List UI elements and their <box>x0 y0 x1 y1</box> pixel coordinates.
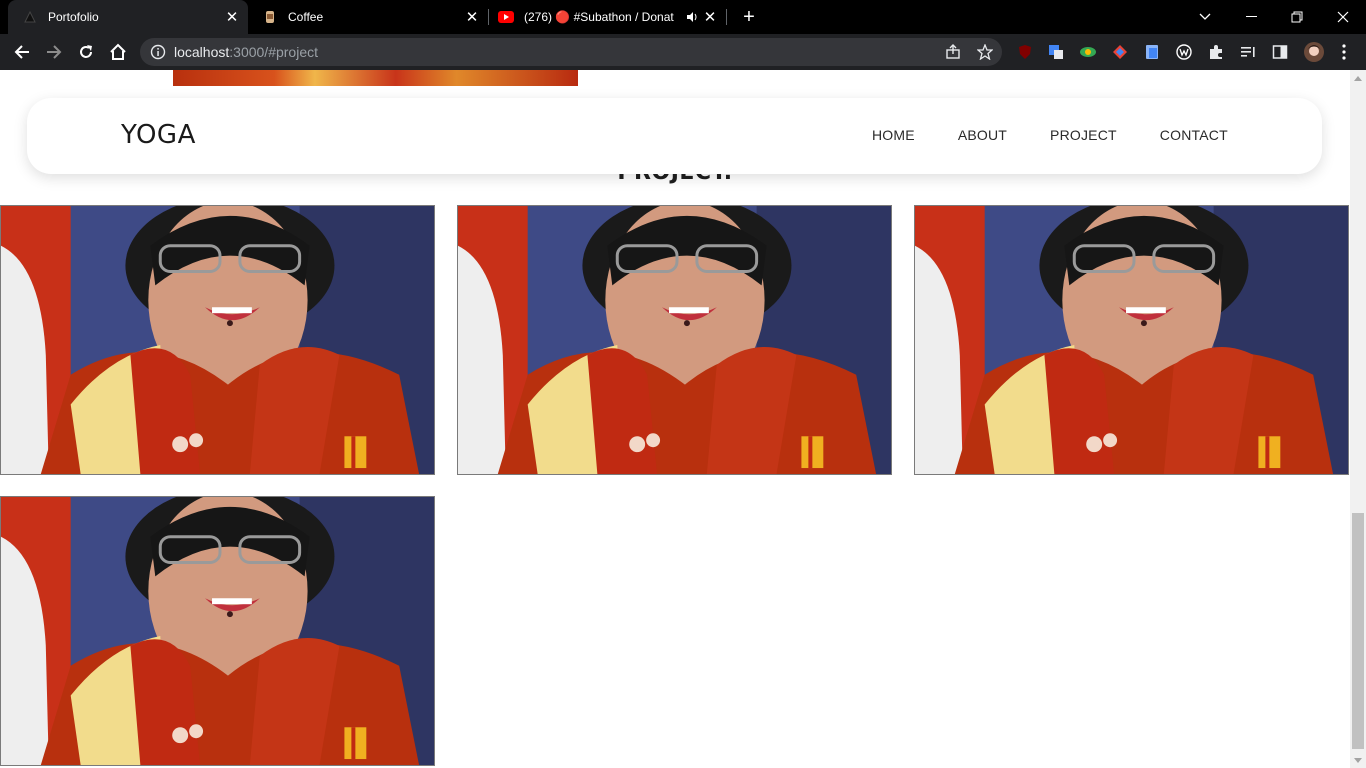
project-card[interactable] <box>457 205 892 475</box>
scroll-down-icon[interactable] <box>1354 758 1362 763</box>
new-tab-button[interactable]: + <box>738 6 760 28</box>
url-host: localhost <box>174 44 230 60</box>
reload-icon[interactable] <box>73 39 99 65</box>
restore-icon[interactable] <box>1274 0 1320 34</box>
page-viewport: PROJECT. <box>0 70 1350 768</box>
tab-title: Coffee <box>288 10 324 24</box>
coffee-favicon-icon <box>262 9 278 25</box>
share-icon[interactable] <box>944 43 962 61</box>
site-info-icon[interactable] <box>150 44 166 60</box>
site-favicon-icon <box>22 9 38 25</box>
nav-about[interactable]: ABOUT <box>958 127 1007 143</box>
brand-logo[interactable]: YOGA <box>121 120 196 150</box>
address-bar[interactable]: localhost:3000/#project <box>140 38 1002 66</box>
tab-title: (276) 🔴 #Subathon / Donat <box>524 10 674 24</box>
ublock-extension-icon[interactable] <box>1016 43 1034 61</box>
site-navbar: YOGA HOME ABOUT PROJECT CONTACT <box>27 98 1322 174</box>
home-icon[interactable] <box>105 39 131 65</box>
tab-search-icon[interactable] <box>1182 0 1228 34</box>
w-extension-icon[interactable] <box>1175 43 1193 61</box>
url-path: :3000/#project <box>229 44 318 60</box>
tab-youtube[interactable]: (276) 🔴 #Subathon / Donat ✕ <box>484 0 726 34</box>
previous-section-image <box>173 70 578 86</box>
puzzle-extensions-icon[interactable] <box>1207 43 1225 61</box>
back-arrow-icon[interactable] <box>9 39 35 65</box>
bookmark-star-icon[interactable] <box>976 43 994 61</box>
colorpicker-extension-icon[interactable] <box>1111 43 1129 61</box>
translate-extension-icon[interactable] <box>1047 43 1065 61</box>
project-card[interactable] <box>0 205 435 475</box>
project-photo <box>458 206 891 474</box>
browser-tab-strip: Portofolio ✕ Coffee ✕ (276) 🔴 #Subathon … <box>0 0 1366 34</box>
scrollbar-thumb[interactable] <box>1352 513 1364 749</box>
docs-extension-icon[interactable] <box>1143 43 1161 61</box>
browser-menu-icon[interactable] <box>1335 43 1353 61</box>
tab-portofolio[interactable]: Portofolio ✕ <box>8 0 248 34</box>
close-tab-icon[interactable]: ✕ <box>464 9 480 26</box>
close-tab-icon[interactable]: ✕ <box>224 9 240 26</box>
project-photo <box>1 206 434 474</box>
forward-arrow-icon[interactable] <box>41 39 67 65</box>
browser-toolbar: localhost:3000/#project 36 <box>0 34 1366 99</box>
url-text: localhost:3000/#project <box>174 44 318 60</box>
close-window-icon[interactable] <box>1320 0 1366 34</box>
color-extension-icon[interactable] <box>1079 43 1097 61</box>
nav-links: HOME ABOUT PROJECT CONTACT <box>872 127 1271 143</box>
tab-title: Portofolio <box>48 10 99 24</box>
close-tab-icon[interactable]: ✕ <box>702 9 718 26</box>
project-photo <box>1 497 434 765</box>
scroll-up-icon[interactable] <box>1354 76 1362 81</box>
project-photo <box>915 206 1348 474</box>
page-scrollbar[interactable] <box>1350 70 1366 768</box>
nav-home[interactable]: HOME <box>872 127 915 143</box>
tab-separator <box>726 9 727 25</box>
youtube-favicon-icon <box>498 9 514 25</box>
media-control-icon[interactable] <box>1239 43 1257 61</box>
side-panel-icon[interactable] <box>1271 43 1289 61</box>
project-card[interactable] <box>0 496 435 766</box>
audio-playing-icon[interactable] <box>684 9 700 25</box>
nav-contact[interactable]: CONTACT <box>1160 127 1228 143</box>
tab-coffee[interactable]: Coffee ✕ <box>248 0 488 34</box>
project-card[interactable] <box>914 205 1349 475</box>
profile-avatar[interactable] <box>1303 41 1325 63</box>
minimize-icon[interactable] <box>1228 0 1274 34</box>
nav-project[interactable]: PROJECT <box>1050 127 1117 143</box>
